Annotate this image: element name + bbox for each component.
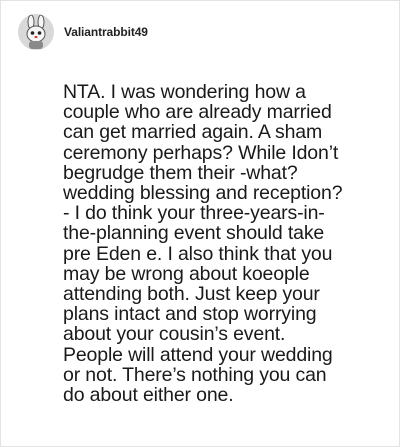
comment-line: or not. There’s nothing you can xyxy=(63,363,327,386)
comment-body: NTA. I was wondering how a couple who ar… xyxy=(63,82,397,405)
comment-line: begrudge them their -what? xyxy=(63,161,298,184)
comment-line: People will attend your wedding xyxy=(63,343,333,366)
comment-line: the-planning event should take xyxy=(63,222,325,245)
comment-card: Valiantrabbit49 NTA. I was wondering how… xyxy=(0,0,400,447)
comment-line: - I do think your three-years-in- xyxy=(63,202,325,225)
comment-line: pre Eden e. I also think that you xyxy=(63,242,333,265)
comment-line: wedding blessing and reception? xyxy=(63,182,343,205)
comment-line: ceremony perhaps? While Idon’t xyxy=(63,141,339,164)
comment-header: Valiantrabbit49 xyxy=(18,14,148,50)
bunny-avatar-icon[interactable] xyxy=(18,14,54,50)
comment-line: couple who are already married xyxy=(63,101,332,124)
comment-line: can get married again. A sham xyxy=(63,121,323,144)
comment-line: attending both. Just keep your xyxy=(63,283,320,306)
username[interactable]: Valiantrabbit49 xyxy=(64,25,148,39)
comment-line: do about either one. xyxy=(63,384,234,407)
comment-line: about your cousin’s event. xyxy=(63,323,286,346)
comment-line: plans intact and stop worrying xyxy=(63,303,317,326)
comment-line: may be wrong about koeople xyxy=(63,262,310,285)
comment-line: NTA. I was wondering how a xyxy=(63,81,306,103)
